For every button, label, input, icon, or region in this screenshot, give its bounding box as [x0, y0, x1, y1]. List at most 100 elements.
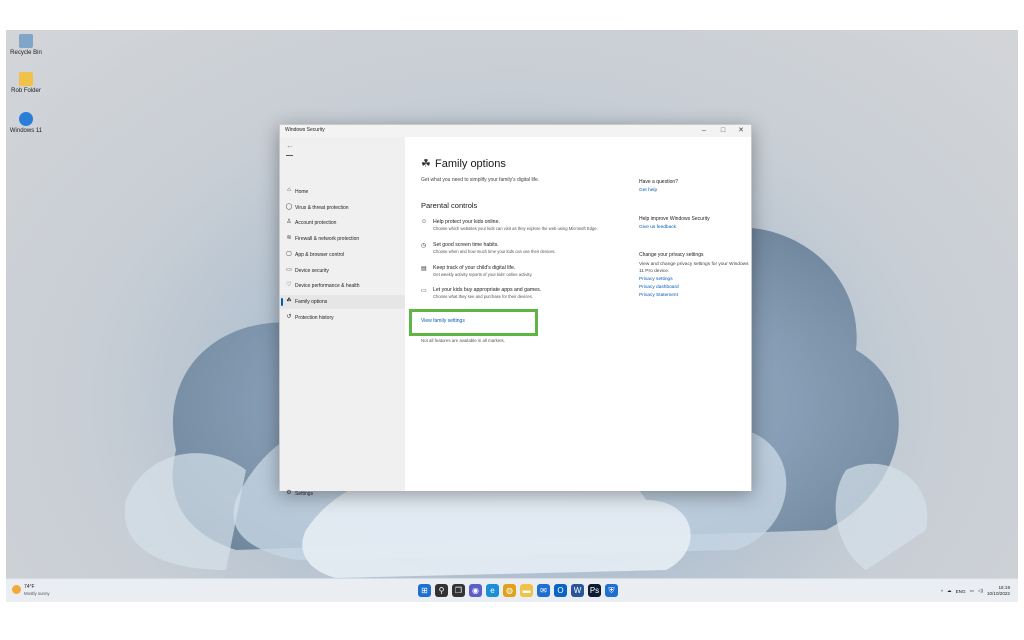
sidebar-item-label: Device security	[295, 267, 329, 274]
volume-icon[interactable]: ◁)	[978, 588, 983, 594]
desktop-icon-label: Windows 11	[9, 128, 43, 134]
privacy-settings-link[interactable]: Privacy settings	[639, 277, 749, 282]
desktop-icon-windows[interactable]: Windows 11	[6, 112, 46, 134]
sidebar-item-home[interactable]: ⌂ Home	[280, 185, 405, 199]
sidebar-item-label: Protection history	[295, 314, 334, 321]
photoshop-icon[interactable]: Ps	[588, 584, 601, 597]
title-bar[interactable]: Windows Security – □ ✕	[280, 125, 751, 137]
main-content: ☘ Family options Get what you need to si…	[405, 137, 751, 491]
app-window-icon: ▢	[286, 250, 292, 257]
back-arrow-icon[interactable]: ←	[286, 141, 294, 150]
sun-icon	[12, 585, 21, 594]
active-indicator	[281, 297, 283, 306]
desktop-icon-folder[interactable]: Rob Folder	[6, 72, 46, 94]
windows-security-window: Windows Security – □ ✕ ← ⌂ Home ◯ Virus & t…	[279, 124, 752, 497]
home-icon: ⌂	[287, 187, 291, 193]
feature-title: Let your kids buy appropriate apps and g…	[433, 287, 542, 293]
desktop-icon-label: Rob Folder	[11, 88, 41, 94]
close-button[interactable]: ✕	[732, 125, 750, 137]
gear-icon: ⚙	[286, 490, 292, 496]
sidebar-item-label: Family options	[295, 298, 328, 305]
improve-heading: Help improve Windows Security	[639, 216, 710, 222]
smile-icon: ☺	[421, 219, 428, 225]
improve-section: Help improve Windows Security Give us fe…	[639, 216, 749, 233]
wifi-icon: ≋	[286, 235, 292, 242]
feedback-link[interactable]: Give us feedback	[639, 225, 749, 230]
sidebar-item-app-browser-control[interactable]: ▢ App & browser control	[280, 248, 405, 262]
sidebar-item-label: Settings	[295, 491, 314, 497]
cloud-icon[interactable]: ☁	[947, 588, 952, 594]
sidebar-item-device-security[interactable]: ▭ Device security	[280, 264, 405, 278]
feature-description: Choose what they see and purchase for th…	[433, 294, 533, 299]
desktop-icon-label: Recycle Bin	[10, 50, 42, 56]
sidebar-item-settings[interactable]: ⚙ Settings	[280, 487, 405, 501]
outlook-icon[interactable]: O	[554, 584, 567, 597]
desktop-icon-recycle-bin[interactable]: Recycle Bin	[6, 34, 46, 56]
weather-description: Mostly sunny	[24, 591, 50, 596]
start-icon[interactable]: ⊞	[418, 584, 431, 597]
network-icon[interactable]: ▭	[970, 588, 974, 594]
family-icon: ☘	[286, 297, 292, 304]
section-title: Parental controls	[421, 201, 478, 210]
sidebar-item-device-performance-health[interactable]: ♡ Device performance & health	[280, 279, 405, 293]
help-section: Have a question? Get help	[639, 179, 749, 196]
sidebar-item-label: App & browser control	[295, 251, 345, 258]
mail-icon[interactable]: ✉	[537, 584, 550, 597]
system-tray: ^ ☁ ENG ▭ ◁) 16:19 10/10/2022	[941, 583, 1010, 599]
sidebar-item-label: Device performance & health	[295, 283, 360, 290]
sidebar-item-firewall-network-protection[interactable]: ≋ Firewall & network protection	[280, 232, 405, 246]
get-help-link[interactable]: Get help	[639, 188, 749, 193]
person-icon: ♙	[286, 219, 292, 226]
sidebar-item-label: Home	[295, 189, 309, 195]
word-icon[interactable]: W	[571, 584, 584, 597]
maximize-button[interactable]: □	[714, 125, 732, 137]
clock-date: 10/10/2022	[987, 591, 1010, 596]
privacy-heading: Change your privacy settings	[639, 252, 704, 258]
edge-icon[interactable]: e	[486, 584, 499, 597]
feature-description: Choose which websites your kids can visi…	[433, 226, 598, 231]
chrome-icon[interactable]: ◍	[503, 584, 516, 597]
window-title: Windows Security	[285, 127, 325, 133]
sidebar-item-family-options[interactable]: ☘ Family options	[280, 294, 405, 309]
feature-description: Choose when and how much time your kids …	[433, 249, 556, 254]
card-icon: ▭	[421, 288, 427, 294]
chat-icon[interactable]: ◉	[469, 584, 482, 597]
view-family-settings-link[interactable]: View family settings	[421, 318, 465, 324]
clock[interactable]: 16:19 10/10/2022	[987, 585, 1010, 597]
task-view-icon[interactable]: ❐	[452, 584, 465, 597]
hamburger-menu-icon[interactable]	[286, 155, 293, 156]
tray-chevron-icon[interactable]: ^	[941, 589, 943, 594]
feature-title: Help protect your kids online.	[433, 219, 500, 225]
sidebar: ← ⌂ Home ◯ Virus & threat protection ♙ Accoun…	[280, 137, 405, 497]
taskbar-apps: ⊞ ⚲ ❐ ◉ e ◍ ▬ ✉ O W Ps ⛨	[418, 584, 618, 598]
clock-icon: ◷	[421, 243, 427, 249]
sidebar-item-label: Virus & threat protection	[295, 204, 349, 211]
report-icon: ▤	[421, 266, 427, 272]
search-icon[interactable]: ⚲	[435, 584, 448, 597]
feature-description: Get weekly activity reports of your kids…	[433, 272, 533, 277]
page-title: Family options	[435, 158, 506, 170]
shield-icon: ◯	[285, 203, 293, 210]
privacy-statement-link[interactable]: Privacy Statement	[639, 293, 749, 298]
language-indicator[interactable]: ENG	[956, 589, 966, 594]
feature-title: Keep track of your child's digital life.	[433, 265, 516, 271]
weather-temperature: 74°F	[24, 584, 35, 590]
privacy-dashboard-link[interactable]: Privacy dashboard	[639, 285, 749, 290]
help-heading: Have a question?	[639, 179, 678, 185]
feature-title: Set good screen time habits.	[433, 242, 499, 248]
privacy-section: Change your privacy settings View and ch…	[639, 252, 749, 301]
recycle-bin-icon	[19, 34, 33, 48]
sidebar-item-account-protection[interactable]: ♙ Account protection	[280, 216, 405, 230]
taskbar: 74°F Mostly sunny ⊞ ⚲ ❐ ◉ e ◍ ▬ ✉ O W Ps ⛨ ^ ☁ ENG …	[6, 578, 1018, 602]
minimize-button[interactable]: –	[695, 125, 713, 137]
explorer-icon[interactable]: ▬	[520, 584, 533, 597]
privacy-text: View and change privacy settings for you…	[639, 262, 749, 274]
heart-icon: ♡	[286, 282, 292, 289]
sidebar-item-label: Firewall & network protection	[295, 236, 360, 243]
windows-logo-icon	[19, 112, 33, 126]
sidebar-item-protection-history[interactable]: ↺ Protection history	[280, 311, 405, 325]
page-subtitle: Get what you need to simplify your famil…	[421, 177, 540, 183]
sidebar-item-virus-threat-protection[interactable]: ◯ Virus & threat protection	[280, 201, 405, 215]
availability-note: Not all features are available in all ma…	[421, 338, 505, 343]
security-icon[interactable]: ⛨	[605, 584, 618, 597]
